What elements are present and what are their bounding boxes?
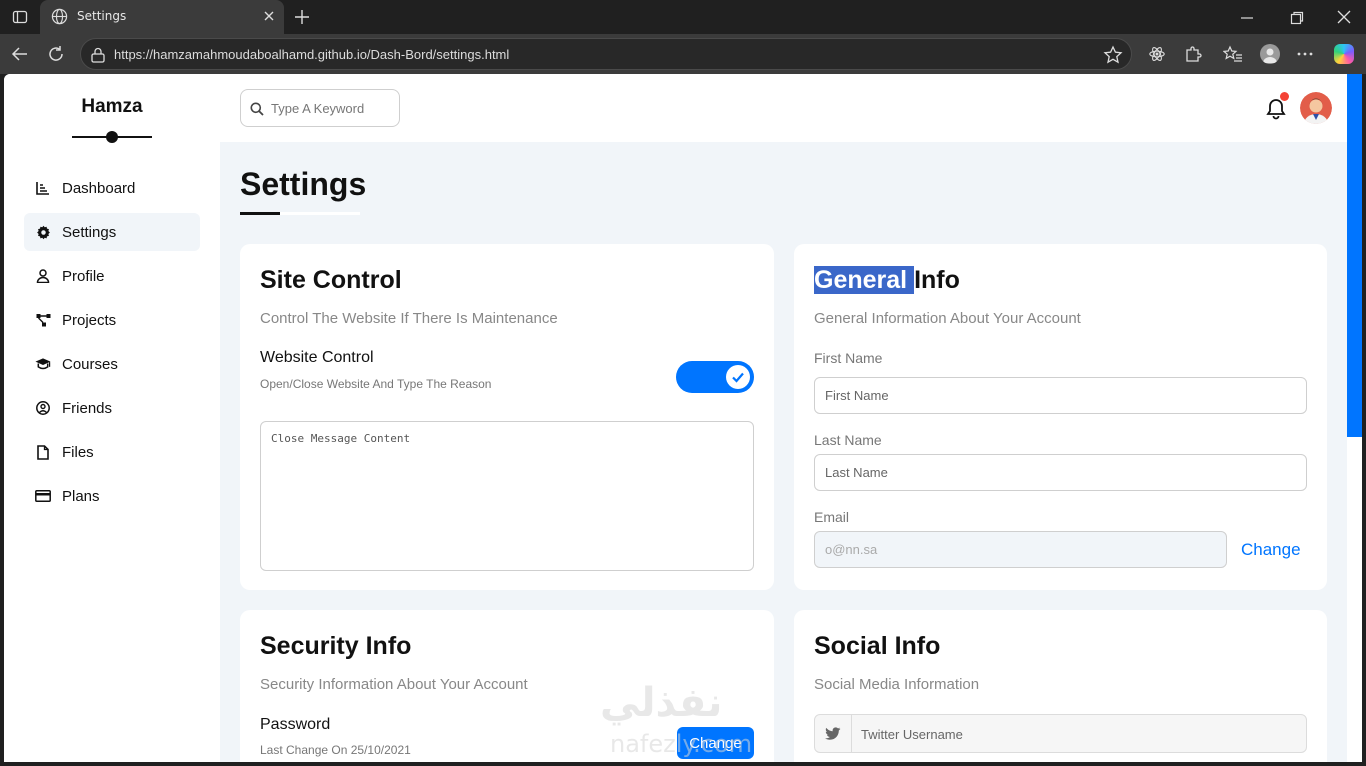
sidebar-item-files[interactable]: Files: [24, 433, 200, 471]
gear-icon: [35, 224, 51, 240]
search-input[interactable]: [271, 98, 395, 118]
card-title: Security Info: [260, 632, 412, 660]
check-icon: [726, 365, 750, 389]
credit-card-icon: [35, 488, 51, 504]
card-title: Site Control: [260, 266, 402, 294]
card-subtitle: Social Media Information: [814, 676, 980, 693]
brand-divider-dot: [106, 131, 118, 143]
sidebar-item-profile[interactable]: Profile: [24, 257, 200, 295]
sidebar-item-label: Projects: [62, 311, 117, 329]
address-bar[interactable]: https://hamzamahmoudaboalhamd.github.io/…: [80, 38, 1132, 70]
copilot-icon[interactable]: [1333, 43, 1355, 65]
brand-title: Hamza: [81, 96, 143, 117]
site-info-icon[interactable]: [89, 46, 107, 68]
user-circle-icon: [35, 400, 51, 416]
password-label: Password: [260, 716, 331, 733]
change-password-button[interactable]: Change: [677, 727, 754, 759]
email-input: [815, 532, 1226, 567]
page-title: Settings: [240, 166, 367, 202]
refresh-icon[interactable]: [45, 43, 67, 65]
notification-badge: [1280, 92, 1289, 101]
browser-tab[interactable]: Settings: [40, 0, 284, 34]
sidebar-nav: Dashboard Settings Profile Projects Cour…: [24, 169, 200, 521]
sidebar-item-dashboard[interactable]: Dashboard: [24, 169, 200, 207]
favorite-star-icon[interactable]: [1103, 45, 1123, 69]
card-subtitle: General Information About Your Account: [814, 310, 1081, 327]
website-control-toggle[interactable]: [676, 361, 754, 393]
card-title-rest: Info: [914, 266, 960, 294]
sidebar-item-label: Profile: [62, 267, 105, 285]
browser-tab-bar: Settings: [0, 0, 1366, 34]
last-name-input[interactable]: [815, 455, 1306, 490]
extensions-icon[interactable]: [1182, 43, 1204, 65]
top-header: [220, 74, 1347, 142]
diagram-icon: [35, 312, 51, 328]
sidebar: Hamza Dashboard Settings Profile Project…: [4, 74, 220, 762]
card-title: Social Info: [814, 632, 941, 660]
general-info-card: General Info General Information About Y…: [794, 244, 1327, 590]
twitter-icon: [815, 715, 852, 752]
sidebar-item-plans[interactable]: Plans: [24, 477, 200, 515]
first-name-label: First Name: [814, 350, 883, 366]
bell-icon[interactable]: [1266, 98, 1286, 124]
tab-actions-icon[interactable]: [8, 6, 32, 28]
back-icon[interactable]: [9, 43, 31, 65]
search-box[interactable]: [240, 89, 400, 127]
twitter-username-input[interactable]: [861, 724, 1261, 744]
card-subtitle: Control The Website If There Is Maintena…: [260, 310, 558, 327]
email-label: Email: [814, 509, 850, 525]
card-subtitle: Security Information About Your Account: [260, 676, 528, 693]
more-options-icon[interactable]: [1294, 43, 1316, 65]
sidebar-item-projects[interactable]: Projects: [24, 301, 200, 339]
react-devtools-icon[interactable]: [1146, 43, 1168, 65]
last-name-field: [814, 454, 1307, 491]
url-text: https://hamzamahmoudaboalhamd.github.io/…: [114, 47, 510, 62]
change-email-link[interactable]: Change: [1241, 540, 1301, 560]
first-name-input[interactable]: [815, 378, 1306, 413]
twitter-field: [814, 714, 1307, 753]
minimize-icon[interactable]: [1240, 10, 1254, 29]
card-title: General Info: [814, 266, 960, 295]
email-field: [814, 531, 1227, 568]
sidebar-item-label: Dashboard: [62, 179, 136, 197]
sidebar-item-courses[interactable]: Courses: [24, 345, 200, 383]
first-name-field: [814, 377, 1307, 414]
page-scrollbar-thumb[interactable]: [1347, 74, 1362, 437]
sidebar-item-friends[interactable]: Friends: [24, 389, 200, 427]
password-last-change: Last Change On 25/10/2021: [260, 743, 411, 757]
chart-icon: [35, 180, 51, 196]
close-tab-icon[interactable]: [261, 8, 277, 28]
new-tab-icon[interactable]: [291, 6, 313, 28]
website-control-desc: Open/Close Website And Type The Reason: [260, 377, 492, 391]
website-control-label: Website Control: [260, 349, 374, 366]
close-message-textarea[interactable]: [260, 421, 754, 571]
last-name-label: Last Name: [814, 432, 882, 448]
search-icon: [250, 101, 264, 120]
favorites-icon[interactable]: [1222, 43, 1244, 65]
title-underline-light: [280, 212, 360, 215]
sidebar-item-settings[interactable]: Settings: [24, 213, 200, 251]
site-control-card: Site Control Control The Website If Ther…: [240, 244, 774, 590]
sidebar-item-label: Friends: [62, 399, 113, 417]
tab-title: Settings: [77, 9, 127, 23]
social-info-card: Social Info Social Media Information: [794, 610, 1327, 762]
title-underline: [240, 212, 280, 215]
profile-avatar-icon[interactable]: [1259, 43, 1281, 65]
graduation-cap-icon: [35, 356, 51, 372]
sidebar-item-label: Files: [62, 443, 94, 461]
window-close-icon[interactable]: [1336, 9, 1352, 29]
file-icon: [35, 444, 51, 460]
sidebar-item-label: Settings: [62, 223, 117, 241]
page-viewport: Hamza Dashboard Settings Profile Project…: [4, 74, 1347, 762]
sidebar-item-label: Plans: [62, 487, 100, 505]
browser-toolbar: https://hamzamahmoudaboalhamd.github.io/…: [0, 34, 1366, 74]
user-icon: [35, 268, 51, 284]
security-info-card: Security Info Security Information About…: [240, 610, 774, 762]
restore-icon[interactable]: [1290, 10, 1304, 29]
selected-text: General: [814, 266, 915, 294]
globe-icon: [51, 8, 68, 29]
avatar[interactable]: [1300, 92, 1332, 124]
sidebar-item-label: Courses: [62, 355, 118, 373]
